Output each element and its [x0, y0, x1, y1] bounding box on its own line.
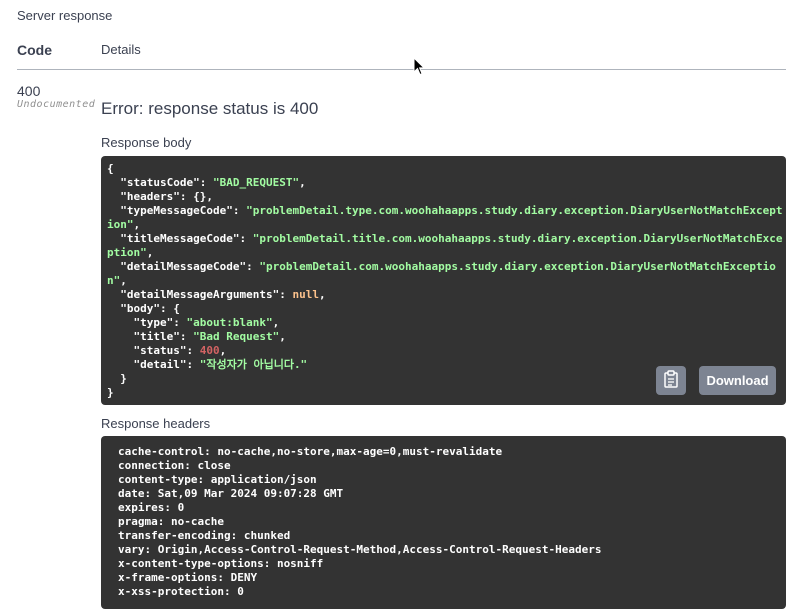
download-button[interactable]: Download — [699, 366, 776, 395]
copy-to-clipboard-button[interactable] — [656, 366, 686, 395]
response-status-code: 400 — [17, 83, 41, 99]
error-message: Error: response status is 400 — [101, 99, 319, 118]
server-response-title: Server response — [17, 8, 113, 23]
response-headers-code[interactable]: cache-control: no-cache,no-store,max-age… — [101, 436, 786, 609]
undocumented-label: Undocumented — [17, 99, 96, 110]
json-line: { — [107, 162, 114, 175]
header-line: date: Sat,09 Mar 2024 09:07:28 GMT — [118, 487, 344, 500]
json-line: "headers": {}, — [120, 190, 213, 203]
json-line: "title": "Bad Request", — [133, 330, 286, 343]
response-body-label: Response body — [101, 135, 192, 150]
column-header-code: Code — [17, 42, 52, 58]
json-line: ption", — [107, 246, 154, 259]
header-line: pragma: no-cache — [118, 515, 224, 528]
json-line: "detailMessageCode": "problemDetail.com.… — [120, 260, 776, 273]
json-line: "typeMessageCode": "problemDetail.type.c… — [120, 204, 783, 217]
header-line: vary: Origin,Access-Control-Request-Meth… — [118, 543, 602, 556]
json-line: "status": 400, — [133, 344, 227, 357]
json-line: "detailMessageArguments": null, — [120, 288, 326, 301]
mouse-cursor-icon — [413, 56, 426, 81]
json-line: "body": { — [120, 302, 180, 315]
header-line: cache-control: no-cache,no-store,max-age… — [118, 445, 503, 458]
json-line: ion", — [107, 218, 141, 231]
json-line: "statusCode": "BAD_REQUEST", — [120, 176, 306, 189]
clipboard-icon — [663, 370, 679, 391]
header-line: content-type: application/json — [118, 473, 317, 486]
table-divider — [17, 69, 786, 70]
json-line: n", — [107, 274, 127, 287]
header-line: x-frame-options: DENY — [118, 571, 258, 584]
json-line: "titleMessageCode": "problemDetail.title… — [120, 232, 783, 245]
response-headers-label: Response headers — [101, 416, 211, 431]
header-line: transfer-encoding: chunked — [118, 529, 291, 542]
column-header-details: Details — [101, 42, 141, 57]
header-line: x-xss-protection: 0 — [118, 585, 244, 598]
header-line: x-content-type-options: nosniff — [118, 557, 324, 570]
header-line: expires: 0 — [118, 501, 185, 514]
json-line: "type": "about:blank", — [133, 316, 280, 329]
header-line: connection: close — [118, 459, 231, 472]
